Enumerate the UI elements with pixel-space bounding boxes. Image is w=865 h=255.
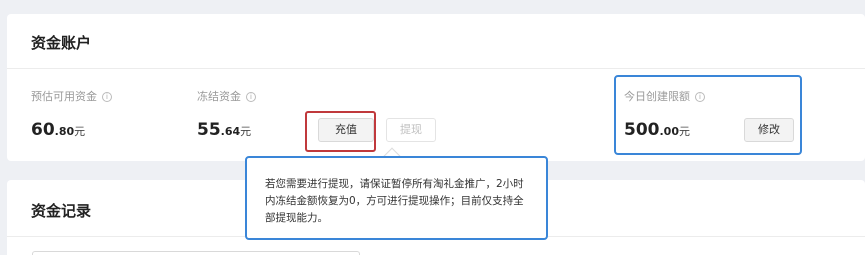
recharge-highlight-box [305, 111, 376, 152]
info-icon[interactable]: i [102, 92, 112, 102]
available-funds-label: 预估可用资金 i [31, 88, 112, 104]
divider [7, 68, 865, 69]
withdraw-tooltip: 若您需要进行提现，请保证暂停所有淘礼金推广，2小时内冻结金额恢复为0，方可进行提… [245, 156, 548, 240]
records-title: 资金记录 [31, 202, 92, 220]
records-filter-input[interactable] [32, 251, 360, 255]
account-title: 资金账户 [31, 34, 92, 52]
frozen-funds-label: 冻结资金 i [197, 88, 256, 104]
available-funds-value: 60.80元 [31, 120, 86, 140]
tooltip-text: 若您需要进行提现，请保证暂停所有淘礼金推广，2小时内冻结金额恢复为0，方可进行提… [265, 178, 524, 224]
frozen-funds-value: 55.64元 [197, 120, 252, 140]
withdraw-button[interactable]: 提现 [386, 118, 436, 142]
daily-limit-highlight-box [614, 75, 802, 155]
info-icon[interactable]: i [246, 92, 256, 102]
